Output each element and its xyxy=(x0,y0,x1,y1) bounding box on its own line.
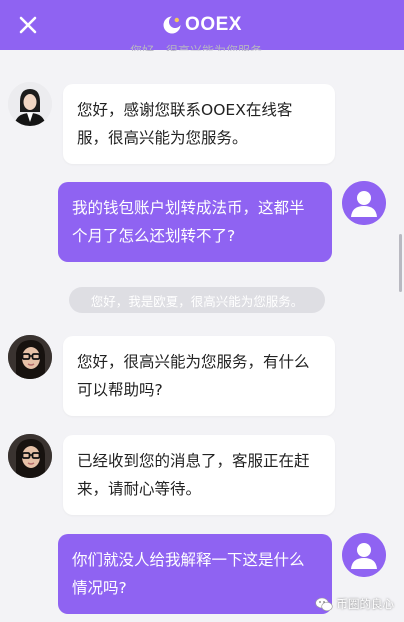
message-bubble: 已经收到您的消息了，客服正在赶来，请耐心等待。 xyxy=(63,435,335,515)
agent-avatar xyxy=(8,434,52,478)
message-bubble: 你们就没人给我解释一下这是什么情况吗? xyxy=(58,534,332,614)
user-avatar-icon xyxy=(342,533,386,577)
user-avatar xyxy=(342,181,386,225)
brand-name: OOEX xyxy=(185,14,242,35)
user-avatar-icon xyxy=(342,181,386,225)
previous-message-peek: 您好，很高兴能为您服务。 xyxy=(129,44,274,51)
agent-avatar xyxy=(8,82,52,126)
agent-avatar xyxy=(8,335,52,379)
watermark-text: 币圈的良心 xyxy=(336,597,395,611)
brand: OOEX xyxy=(162,14,242,36)
brand-logo-icon xyxy=(163,16,181,34)
close-icon xyxy=(19,16,37,34)
wechat-icon xyxy=(314,597,333,611)
agent-avatar-glasses-icon xyxy=(8,434,52,478)
close-button[interactable] xyxy=(14,11,42,39)
message-bubble: 您好，很高兴能为您服务，有什么可以帮助吗? xyxy=(63,336,335,416)
scrollbar[interactable] xyxy=(399,234,402,292)
system-message: 您好，我是欧夏，很高兴能为您服务。 xyxy=(69,287,325,313)
message-bubble: 我的钱包账户划转成法币，这都半个月了怎么还划转不了? xyxy=(58,182,332,262)
agent-avatar-formal-icon xyxy=(8,82,52,126)
watermark: 币圈的良心 xyxy=(314,596,395,612)
message-bubble: 您好，感谢您联系OOEX在线客服，很高兴能为您服务。 xyxy=(63,84,335,164)
user-avatar xyxy=(342,533,386,577)
agent-avatar-glasses-icon xyxy=(8,335,52,379)
